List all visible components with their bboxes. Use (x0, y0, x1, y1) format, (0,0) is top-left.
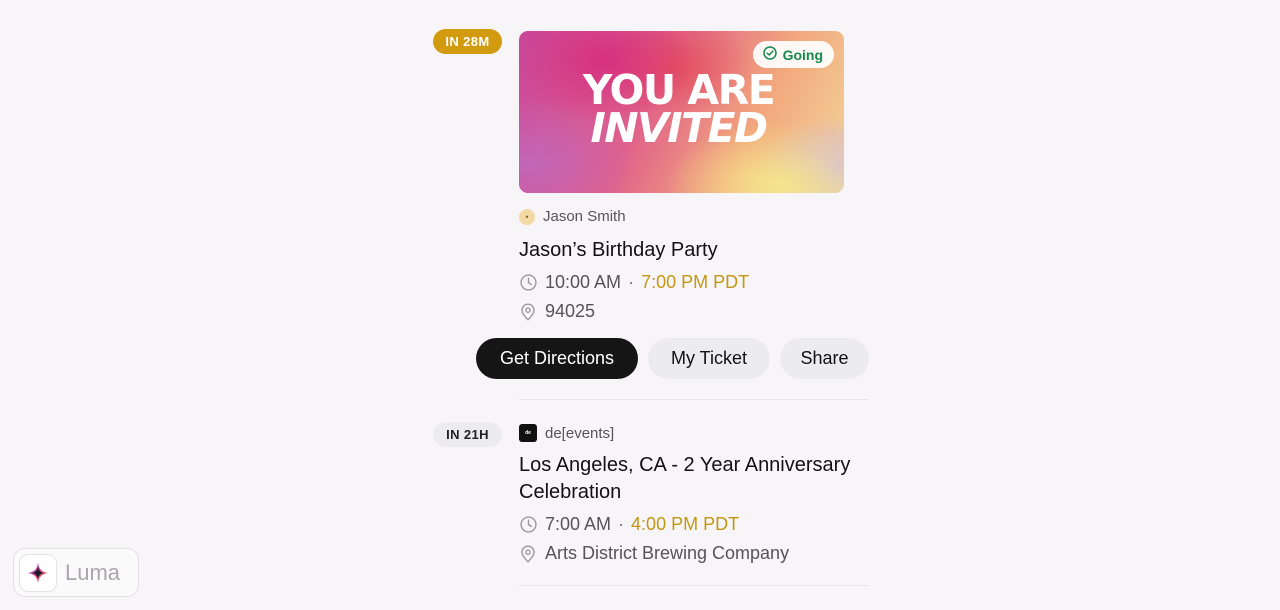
event-cover-image[interactable]: YOU ARE INVITED Going (519, 31, 844, 193)
luma-wordmark: Luma (65, 559, 121, 585)
time-until-badge: IN 21H (433, 422, 502, 447)
divider (519, 585, 869, 586)
my-ticket-button[interactable]: My Ticket (648, 338, 770, 379)
event-local-time: 7:00 PM PDT (641, 272, 750, 292)
event-host[interactable]: de de[events] (519, 424, 614, 442)
event-title[interactable]: Los Angeles, CA - 2 Year Anniversary Cel… (519, 452, 859, 506)
event-location: 94025 (519, 301, 595, 322)
event-time: 7:00 AM · 4:00 PM PDT (519, 514, 739, 535)
map-pin-icon (519, 545, 537, 563)
going-status-badge: Going (752, 41, 834, 68)
event-start-time: 10:00 AM (545, 272, 622, 292)
event-title[interactable]: Jason’s Birthday Party (519, 237, 859, 264)
share-button[interactable]: Share (780, 338, 869, 379)
time-separator: · (628, 272, 635, 292)
cover-text: YOU ARE INVITED (519, 70, 844, 152)
event-location: Arts District Brewing Company (519, 543, 789, 564)
host-avatar: • (519, 208, 535, 225)
event-host[interactable]: • Jason Smith (519, 208, 626, 225)
event-actions: Get Directions My Ticket Share (476, 338, 869, 379)
sparkle-star-icon (19, 553, 57, 592)
time-separator: · (618, 514, 625, 534)
events-page: IN 28M YOU ARE INVITED Going • Jason Smi… (0, 0, 1280, 610)
going-label: Going (782, 46, 823, 63)
time-until-badge: IN 28M (433, 29, 502, 54)
cover-line-2: INVITED (590, 104, 768, 152)
clock-icon (519, 516, 537, 534)
clock-icon (519, 274, 537, 292)
event-local-time: 4:00 PM PDT (631, 514, 740, 534)
host-logo: de (519, 424, 537, 442)
event-time: 10:00 AM · 7:00 PM PDT (519, 272, 749, 293)
check-circle-icon (762, 46, 777, 63)
event-start-time: 7:00 AM (545, 514, 612, 534)
host-name: Jason Smith (543, 208, 626, 225)
event-location-text: Arts District Brewing Company (545, 543, 790, 563)
luma-logo-link[interactable]: Luma (13, 548, 139, 597)
host-name: de[events] (545, 424, 615, 442)
divider (519, 399, 869, 400)
get-directions-button[interactable]: Get Directions (476, 338, 638, 379)
event-location-text: 94025 (545, 301, 596, 321)
map-pin-icon (519, 303, 537, 321)
